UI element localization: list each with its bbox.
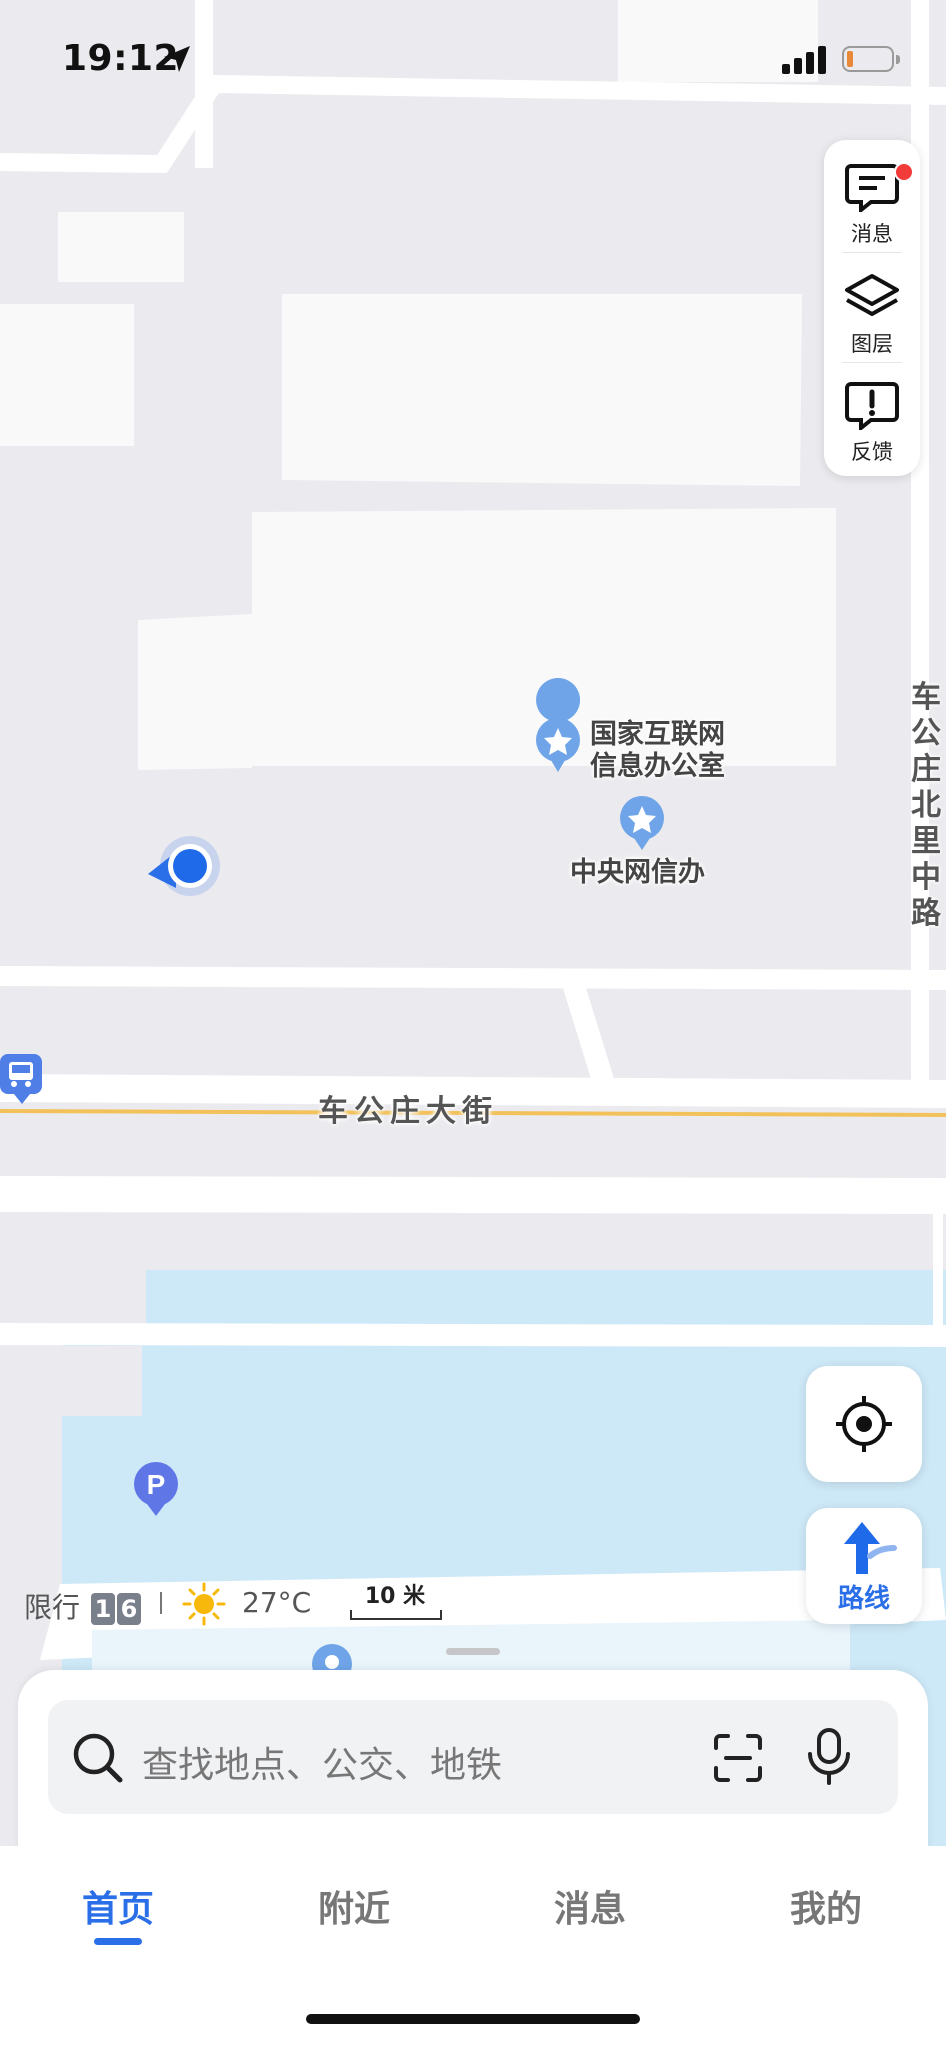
restriction-digit: 1 [90, 1593, 115, 1625]
search-input[interactable]: 查找地点、公交、地铁 [142, 1736, 502, 1788]
search-icon [73, 1733, 123, 1783]
poi-pin-icon [536, 678, 581, 722]
tab-home[interactable]: 首页 [0, 1880, 236, 1932]
tab-messages[interactable]: 消息 [472, 1880, 708, 1932]
home-indicator[interactable] [306, 2014, 640, 2024]
scan-icon[interactable] [712, 1732, 764, 1784]
messages-label: 消息 [851, 222, 893, 246]
message-icon [845, 164, 899, 212]
road-label: 车公庄大街 [318, 1094, 498, 1129]
notification-dot [894, 162, 914, 182]
signal-icon [782, 44, 828, 74]
tab-profile[interactable]: 我的 [708, 1880, 944, 1932]
scale-label: 10 米 [364, 1584, 426, 1609]
location-arrow-icon [164, 46, 190, 72]
messages-button[interactable]: 消息 [824, 148, 920, 258]
svg-text:P: P [147, 1469, 166, 1500]
status-bar: 19:12 [0, 0, 946, 120]
feedback-button[interactable]: 反馈 [824, 366, 920, 476]
search-bar[interactable]: 查找地点、公交、地铁 [48, 1700, 898, 1814]
map-scale: 10 米 [350, 1578, 442, 1624]
traffic-restriction[interactable]: 限行 16 [24, 1586, 141, 1626]
map-tools-panel: 消息 图层 反馈 [824, 140, 920, 476]
poi-label[interactable]: 信息办公室 [590, 744, 725, 783]
my-location-button[interactable] [806, 1366, 922, 1482]
tab-nearby[interactable]: 附近 [236, 1880, 472, 1932]
sun-icon [182, 1582, 226, 1626]
crosshair-icon [836, 1396, 892, 1452]
road-label-vertical: 车 公 庄 北 里 中 路 [911, 680, 941, 931]
battery-icon [842, 46, 900, 72]
feedback-icon [845, 382, 899, 430]
feedback-label: 反馈 [851, 440, 893, 464]
restriction-label: 限行 [24, 1591, 81, 1624]
layers-label: 图层 [851, 332, 893, 356]
route-arrow-icon [844, 1522, 897, 1574]
route-label: 路线 [837, 1584, 890, 1614]
layers-icon [845, 274, 899, 316]
route-button[interactable]: 路线 [806, 1508, 922, 1624]
poi-label[interactable]: 中央网信办 [570, 850, 705, 889]
layers-button[interactable]: 图层 [824, 258, 920, 368]
restriction-digit: 6 [116, 1593, 141, 1625]
tab-active-indicator [94, 1938, 142, 1945]
temperature[interactable]: 27°C [242, 1586, 311, 1619]
sheet-drag-handle[interactable] [446, 1648, 500, 1655]
microphone-icon[interactable] [806, 1728, 852, 1786]
